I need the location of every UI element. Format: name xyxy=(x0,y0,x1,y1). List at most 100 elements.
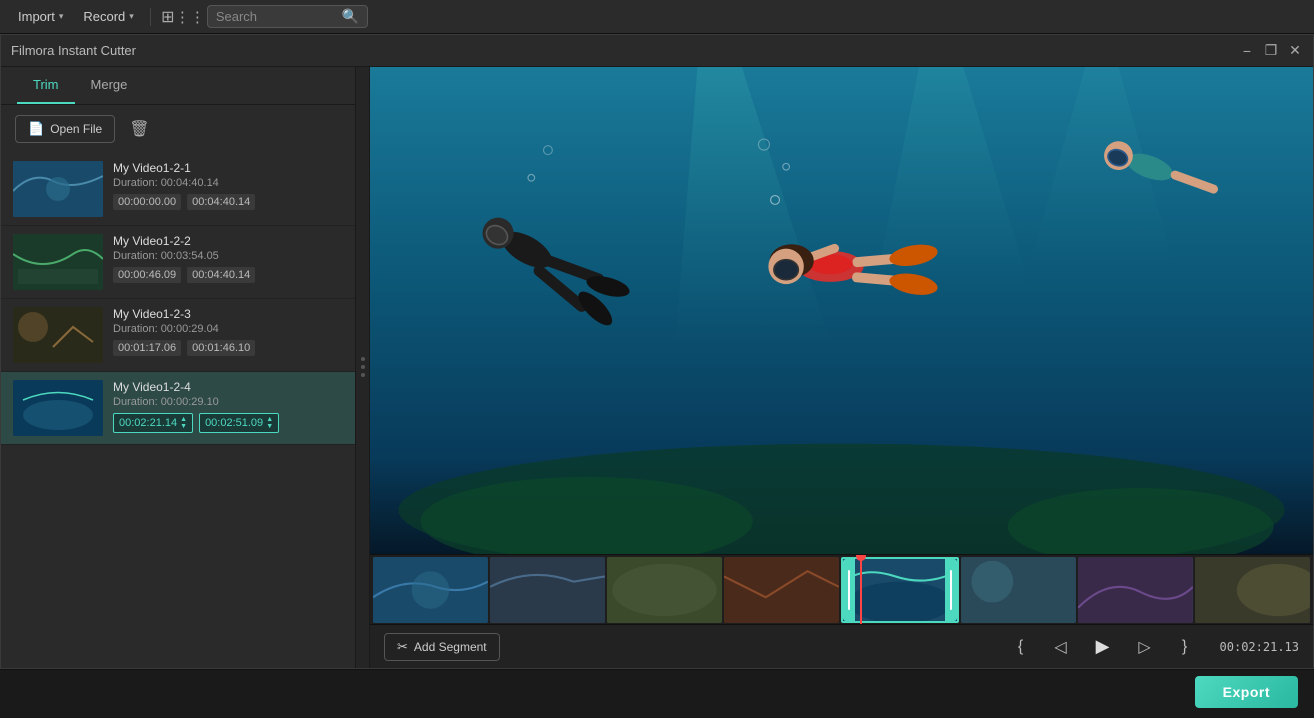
video-duration: Duration: 00:00:29.04 xyxy=(113,323,343,335)
video-info: My Video1-2-3 Duration: 00:00:29.04 00:0… xyxy=(113,307,343,356)
trim-handle-left[interactable] xyxy=(843,559,855,621)
panel-resize-handle[interactable] xyxy=(356,67,370,668)
end-time-spinner[interactable]: ▲ ▼ xyxy=(266,416,273,430)
window-titlebar: Filmora Instant Cutter − ❐ ✕ xyxy=(1,35,1313,67)
thumb-svg xyxy=(1078,557,1193,623)
record-button[interactable]: Record ▾ xyxy=(75,5,141,28)
tabs-container: Trim Merge xyxy=(1,67,355,105)
grid-icon[interactable]: ⋮⋮ xyxy=(181,8,199,26)
filmora-window: Filmora Instant Cutter − ❐ ✕ Trim Merge … xyxy=(0,34,1314,669)
film-strip-thumb[interactable] xyxy=(724,557,839,623)
bracket-close-label: } xyxy=(1182,638,1187,656)
start-up-arrow[interactable]: ▲ xyxy=(180,416,187,423)
handle-line xyxy=(848,570,850,610)
video-name: My Video1-2-1 xyxy=(113,161,343,175)
window-controls: − ❐ ✕ xyxy=(1239,43,1303,59)
open-file-button[interactable]: 📄 Open File xyxy=(15,115,115,143)
window-body: Trim Merge 📄 Open File 🗑 xyxy=(1,67,1313,668)
next-frame-button[interactable]: ▷ xyxy=(1130,632,1160,662)
film-strip-thumb[interactable] xyxy=(607,557,722,623)
film-strip-thumb[interactable] xyxy=(373,557,488,623)
thumb-svg-2 xyxy=(13,234,103,290)
panel-toolbar: 📄 Open File 🗑 xyxy=(1,105,355,153)
bracket-open-button[interactable]: { xyxy=(1006,632,1036,662)
video-list-item[interactable]: My Video1-2-1 Duration: 00:04:40.14 00:0… xyxy=(1,153,355,226)
trash-icon: 🗑 xyxy=(129,121,149,138)
import-label: Import xyxy=(18,9,55,24)
play-button[interactable]: ▶ xyxy=(1086,630,1120,664)
bracket-open-label: { xyxy=(1018,638,1023,656)
thumb-svg xyxy=(490,557,605,623)
right-panel: ✂ Add Segment { ◁ ▶ ▷ } xyxy=(370,67,1313,668)
video-list: My Video1-2-1 Duration: 00:04:40.14 00:0… xyxy=(1,153,355,668)
video-name: My Video1-2-4 xyxy=(113,380,343,394)
preview-svg xyxy=(370,67,1313,554)
start-time-spinner[interactable]: ▲ ▼ xyxy=(180,416,187,430)
video-times: 00:01:17.06 00:01:46.10 xyxy=(113,340,343,356)
prev-frame-icon: ◁ xyxy=(1054,637,1066,657)
film-strip-thumb[interactable] xyxy=(1078,557,1193,623)
video-thumbnail xyxy=(13,234,103,290)
thumb-svg xyxy=(724,557,839,623)
video-name: My Video1-2-2 xyxy=(113,234,343,248)
file-icon: 📄 xyxy=(28,121,44,137)
end-down-arrow[interactable]: ▼ xyxy=(266,423,273,430)
video-duration: Duration: 00:03:54.05 xyxy=(113,250,343,262)
thumb-svg xyxy=(607,557,722,623)
video-info: My Video1-2-4 Duration: 00:00:29.10 00:0… xyxy=(113,380,343,433)
video-preview xyxy=(370,67,1313,554)
toolbar-divider xyxy=(150,8,151,26)
film-strip-thumb[interactable] xyxy=(490,557,605,623)
timeline-strip xyxy=(370,554,1313,624)
play-icon: ▶ xyxy=(1096,636,1110,657)
end-time: 00:01:46.10 xyxy=(187,340,255,356)
end-time-value: 00:02:51.09 xyxy=(205,417,263,429)
thumb-svg xyxy=(373,557,488,623)
open-file-label: Open File xyxy=(50,122,102,136)
film-strip-thumb[interactable] xyxy=(961,557,1076,623)
thumb-svg-4 xyxy=(13,380,103,436)
search-icon: 🔍 xyxy=(342,8,359,25)
top-toolbar: Import ▾ Record ▾ ⊞ ⋮⋮ 🔍 xyxy=(0,0,1314,34)
video-times: 00:00:46.09 00:04:40.14 xyxy=(113,267,343,283)
film-strip-selected[interactable] xyxy=(841,557,960,623)
video-list-item[interactable]: My Video1-2-3 Duration: 00:00:29.04 00:0… xyxy=(1,299,355,372)
next-frame-icon: ▷ xyxy=(1138,637,1150,657)
controls-bar: ✂ Add Segment { ◁ ▶ ▷ } xyxy=(370,624,1313,668)
minimize-button[interactable]: − xyxy=(1239,43,1255,59)
playhead-marker[interactable] xyxy=(860,555,862,624)
search-input[interactable] xyxy=(216,9,336,24)
start-down-arrow[interactable]: ▼ xyxy=(180,423,187,430)
video-duration: Duration: 00:00:29.10 xyxy=(113,396,343,408)
restore-button[interactable]: ❐ xyxy=(1263,43,1279,59)
video-list-item[interactable]: My Video1-2-2 Duration: 00:03:54.05 00:0… xyxy=(1,226,355,299)
thumb-svg-3 xyxy=(13,307,103,363)
import-button[interactable]: Import ▾ xyxy=(10,5,71,28)
bracket-close-button[interactable]: } xyxy=(1170,632,1200,662)
close-button[interactable]: ✕ xyxy=(1287,43,1303,59)
bottom-bar: Export xyxy=(0,669,1314,713)
trim-handle-right[interactable] xyxy=(945,559,957,621)
start-time-editable[interactable]: 00:02:21.14 ▲ ▼ xyxy=(113,413,193,433)
end-time-editable[interactable]: 00:02:51.09 ▲ ▼ xyxy=(199,413,279,433)
import-chevron-icon: ▾ xyxy=(59,11,64,22)
timecode-display: 00:02:21.13 xyxy=(1220,640,1299,654)
film-strip-thumb[interactable] xyxy=(1195,557,1310,623)
export-button[interactable]: Export xyxy=(1195,676,1298,708)
start-time: 00:00:46.09 xyxy=(113,267,181,283)
thumb-svg xyxy=(961,557,1076,623)
end-time: 00:04:40.14 xyxy=(187,194,255,210)
end-up-arrow[interactable]: ▲ xyxy=(266,416,273,423)
tab-trim[interactable]: Trim xyxy=(17,67,75,104)
start-time: 00:00:00.00 xyxy=(113,194,181,210)
end-time: 00:04:40.14 xyxy=(187,267,255,283)
prev-frame-button[interactable]: ◁ xyxy=(1046,632,1076,662)
delete-button[interactable]: 🗑 xyxy=(125,115,153,143)
video-times: 00:02:21.14 ▲ ▼ 00:02:51.09 ▲ ▼ xyxy=(113,413,343,433)
add-segment-button[interactable]: ✂ Add Segment xyxy=(384,633,500,661)
video-thumbnail xyxy=(13,380,103,436)
tab-merge[interactable]: Merge xyxy=(75,67,144,104)
start-time-value: 00:02:21.14 xyxy=(119,417,177,429)
video-list-item-active[interactable]: My Video1-2-4 Duration: 00:00:29.10 00:0… xyxy=(1,372,355,445)
search-box: 🔍 xyxy=(207,5,368,28)
